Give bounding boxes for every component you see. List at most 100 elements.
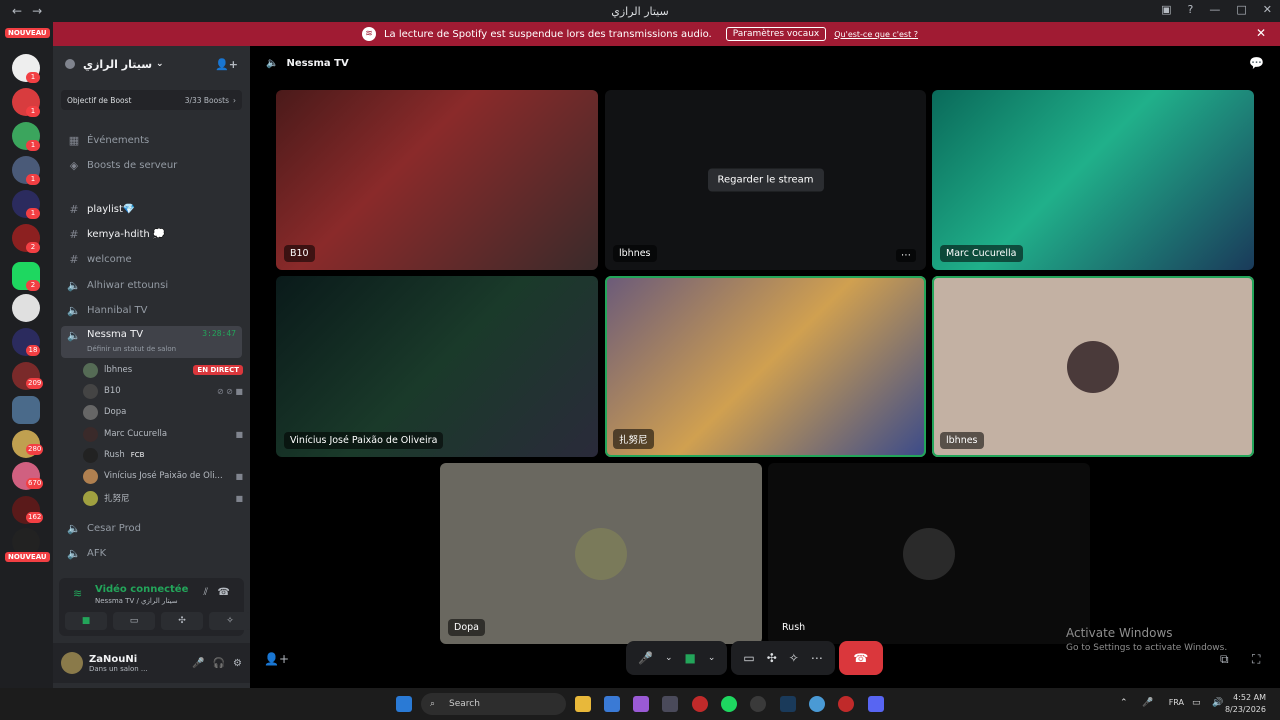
server-header[interactable]: سيتار الرازي ⌄ 👤+ [53,46,250,82]
channel-afk[interactable]: 🔈 AFK [61,542,242,564]
app-icon[interactable] [838,696,854,712]
more-options-icon[interactable]: ⋯ [896,249,916,262]
voice-member[interactable]: B10 ⊘ ⊘ ■ [83,381,243,401]
voice-connection-panel: ≋ Vidéo connectée Nessma TV / سيتار الرا… [59,578,251,636]
invite-people-icon[interactable]: 👤+ [215,58,238,71]
muted-video-icon: ⊘ ⊘ ■ [216,386,243,396]
spotify-icon[interactable] [721,696,737,712]
activities-icon[interactable]: ✣ [767,651,777,665]
member-name: Dopa [104,407,127,417]
screen-share-button[interactable]: ▭ [113,612,155,630]
soundboard-button[interactable]: ✧ [209,612,251,630]
stream-tile[interactable]: Regarder le stream lbhnes ⋯ [605,90,926,270]
discord-icon[interactable] [868,696,884,712]
copilot-icon[interactable] [633,696,649,712]
noise-suppression-icon[interactable]: ⫽ [204,587,208,598]
window-title: سيتار الرازي [611,4,669,18]
voice-member[interactable]: lbhnes EN DIRECT [83,360,243,380]
chevron-up-icon[interactable]: ⌃ [1120,698,1128,708]
calculator-icon[interactable] [662,696,678,712]
minimize-button[interactable]: — [1209,3,1220,16]
disconnect-button[interactable]: ☎ [838,641,883,675]
video-tile[interactable]: 扎努尼 [605,276,926,457]
file-explorer-icon[interactable] [575,696,591,712]
channel-nessma-tv[interactable]: 🔈 Nessma TV 3:28:47 Définir un statut de… [61,326,242,358]
nav-server-boosts[interactable]: ◈ Boosts de serveur [61,154,242,176]
help-icon[interactable]: ? [1188,3,1194,16]
video-tile[interactable]: Marc Cucurella [932,90,1254,270]
voice-member[interactable]: Rush FCB [83,445,243,465]
gear-icon[interactable]: ⚙ [233,658,242,669]
signal-icon[interactable]: ≋ [73,587,82,600]
voice-member[interactable]: Vinícius José Paixão de Oli... ■ [83,466,243,486]
channel-status[interactable]: Définir un statut de salon [87,345,176,353]
language-indicator[interactable]: FRA [1169,698,1184,707]
steam-icon[interactable] [780,696,796,712]
screen-share-icon[interactable]: ▭ [743,651,754,665]
voice-member[interactable]: 扎努尼 ■ [83,488,243,508]
soundboard-icon[interactable]: ✧ [789,651,799,665]
network-icon[interactable]: ▭ [1192,698,1201,708]
nav-boosts-label: Boosts de serveur [87,159,178,171]
user-info[interactable]: ZaNouNi Dans un salon ... [89,654,148,673]
inbox-icon[interactable]: ▣ [1161,3,1171,16]
nav-events[interactable]: ▦ Événements [61,129,242,151]
voice-member[interactable]: Marc Cucurella ■ [83,424,243,444]
channel-kemya-hdith[interactable]: # kemya-hdith 💭 [61,223,242,245]
camera-button[interactable]: ■ [65,612,107,630]
channel-alhiwar-ettounsi[interactable]: 🔈 Alhiwar ettounsi [61,274,242,296]
voice-settings-button[interactable]: Paramètres vocaux [725,27,827,41]
chat-bubble-icon[interactable]: 💬 [1249,56,1264,70]
headphones-icon[interactable]: 🎧 [213,658,225,669]
tile-name: lbhnes [940,432,984,449]
microphone-icon[interactable]: 🎤 [1142,698,1153,708]
audio-video-group: 🎤 ⌄ ■ ⌄ [626,641,728,675]
activities-button[interactable]: ✣ [161,612,203,630]
opera-icon[interactable] [692,696,708,712]
speaker-icon: 🔈 [67,521,81,535]
app-icon[interactable] [750,696,766,712]
chevron-down-icon[interactable]: ⌄ [665,653,673,663]
watch-stream-button[interactable]: Regarder le stream [707,168,824,192]
banner-info-link[interactable]: Qu'est-ce que c'est ? [834,30,918,39]
maximize-button[interactable]: □ [1236,3,1246,16]
channel-hannibal-tv[interactable]: 🔈 Hannibal TV [61,299,242,321]
avatar-tile[interactable]: Rush [768,463,1090,644]
voice-channel[interactable]: Nessma TV / سيتار الرازي [95,597,178,605]
server-icon[interactable] [12,396,40,424]
stage-header: 🔈 Nessma TV 💬 [250,46,1280,80]
avatar [83,383,98,399]
banner-close-icon[interactable]: ✕ [1256,26,1266,40]
video-tile[interactable]: Vinícius José Paixão de Oliveira [276,276,598,457]
member-name: lbhnes [104,365,133,375]
clock[interactable]: 4:52 AM 8/23/2026 [1225,692,1266,716]
channel-cesar-prod[interactable]: 🔈 Cesar Prod [61,517,242,539]
boost-count: 3/33 Boosts [184,95,229,105]
more-icon[interactable]: ⋯ [811,651,823,665]
server-icon[interactable] [12,294,40,322]
tile-name: lbhnes [613,245,657,262]
microphone-icon[interactable]: 🎤 [192,658,204,669]
volume-icon[interactable]: 🔊 [1212,698,1223,708]
avatar-tile[interactable]: lbhnes [932,276,1254,457]
chrome-icon[interactable] [809,696,825,712]
store-icon[interactable] [604,696,620,712]
add-user-icon[interactable]: 👤+ [264,652,289,666]
channel-welcome[interactable]: # welcome [61,248,242,270]
fullscreen-icon[interactable]: ⛶ [1252,652,1260,667]
avatar[interactable] [61,652,83,674]
hashtag-icon: # [69,252,79,266]
video-tile[interactable]: B10 [276,90,598,270]
camera-icon[interactable]: ■ [685,651,696,665]
chevron-down-icon[interactable]: ⌄ [708,653,716,663]
close-window-button[interactable]: ✕ [1263,3,1272,16]
taskbar-search[interactable]: ⌕ Search [421,693,566,715]
microphone-icon[interactable]: 🎤 [638,651,653,665]
voice-member[interactable]: Dopa [83,402,243,422]
popout-icon[interactable]: ⧉ [1220,652,1229,667]
avatar-tile[interactable]: Dopa [440,463,762,644]
windows-start-icon[interactable] [396,696,412,712]
boost-goal[interactable]: Objectif de Boost 3/33 Boosts › [61,90,242,110]
disconnect-icon[interactable]: ☎ [218,587,230,598]
channel-playlist[interactable]: # playlist💎 [61,198,242,220]
